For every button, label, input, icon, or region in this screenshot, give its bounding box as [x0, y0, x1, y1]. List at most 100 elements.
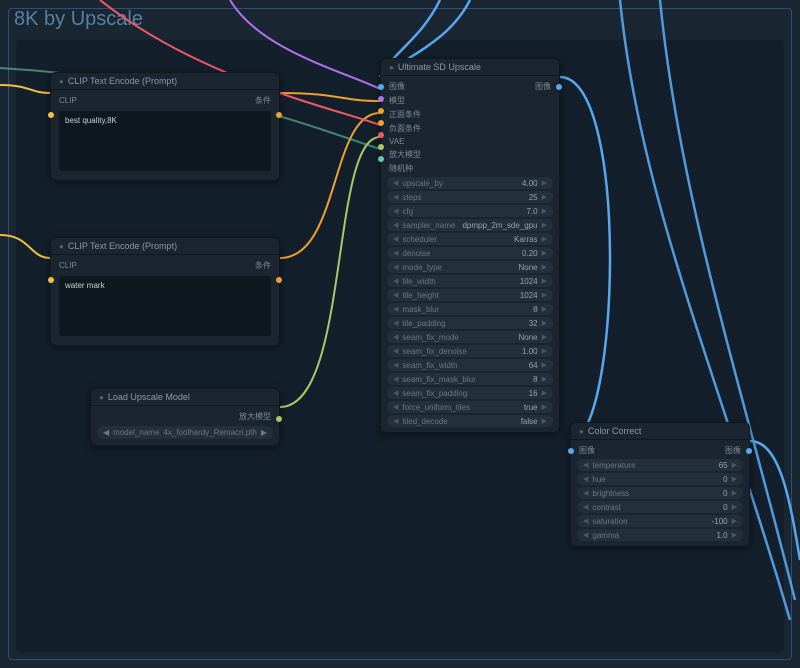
param-tiled_decode[interactable]: ◀ tiled_decode false ▶ [387, 415, 553, 427]
chevron-left-icon[interactable]: ◀ [393, 249, 398, 257]
chevron-right-icon[interactable]: ▶ [542, 263, 547, 271]
chevron-left-icon[interactable]: ◀ [393, 291, 398, 299]
chevron-left-icon[interactable]: ◀ [393, 347, 398, 355]
node-header[interactable]: ● CLIP Text Encode (Prompt) [51, 73, 279, 90]
input-port[interactable]: 随机种 [389, 163, 413, 174]
chevron-right-icon[interactable]: ▶ [542, 305, 547, 313]
param-seam_fix_mode[interactable]: ◀ seam_fix_mode None ▶ [387, 331, 553, 343]
param-temperature[interactable]: ◀ temperature 65 ▶ [577, 459, 743, 471]
param-denoise[interactable]: ◀ denoise 0.20 ▶ [387, 247, 553, 259]
chevron-right-icon[interactable]: ▶ [542, 221, 547, 229]
chevron-right-icon[interactable]: ▶ [542, 333, 547, 341]
node-ultimate-sd-upscale[interactable]: ● Ultimate SD Upscale 图像图像 模型 正面条件 负面条件 … [380, 58, 560, 433]
port-dot[interactable] [568, 448, 574, 454]
param-tile_width[interactable]: ◀ tile_width 1024 ▶ [387, 275, 553, 287]
prompt-textarea[interactable]: water mark [59, 276, 271, 336]
param-seam_fix_padding[interactable]: ◀ seam_fix_padding 16 ▶ [387, 387, 553, 399]
node-header[interactable]: ● Load Upscale Model [91, 389, 279, 406]
param-hue[interactable]: ◀ hue 0 ▶ [577, 473, 743, 485]
collapse-icon[interactable]: ● [59, 242, 64, 251]
chevron-right-icon[interactable]: ▶ [542, 375, 547, 383]
port-dot[interactable] [378, 156, 384, 162]
chevron-right-icon[interactable]: ▶ [542, 291, 547, 299]
chevron-right-icon[interactable]: ▶ [542, 403, 547, 411]
chevron-left-icon[interactable]: ◀ [393, 235, 398, 243]
chevron-left-icon[interactable]: ◀ [393, 375, 398, 383]
chevron-right-icon[interactable]: ▶ [732, 517, 737, 525]
input-port[interactable]: VAE [389, 137, 404, 146]
node-color-correct[interactable]: ● Color Correct 图像 图像 ◀ temperature 65 ▶… [570, 422, 750, 547]
node-clip-text-encode-positive[interactable]: ● CLIP Text Encode (Prompt) CLIP 条件 best… [50, 72, 280, 181]
chevron-left-icon[interactable]: ◀ [393, 403, 398, 411]
chevron-left-icon[interactable]: ◀ [393, 221, 398, 229]
port-dot[interactable] [48, 277, 54, 283]
chevron-right-icon[interactable]: ▶ [542, 389, 547, 397]
param-seam_fix_width[interactable]: ◀ seam_fix_width 64 ▶ [387, 359, 553, 371]
param-seam_fix_denoise[interactable]: ◀ seam_fix_denoise 1.00 ▶ [387, 345, 553, 357]
output-port-cond[interactable]: 条件 [255, 260, 271, 271]
port-dot[interactable] [746, 448, 752, 454]
chevron-left-icon[interactable]: ◀ [393, 305, 398, 313]
collapse-icon[interactable]: ● [579, 427, 584, 436]
chevron-left-icon[interactable]: ◀ [393, 179, 398, 187]
output-port-image[interactable]: 图像 [725, 445, 741, 456]
input-port[interactable]: 放大模型 [389, 149, 421, 160]
chevron-left-icon[interactable]: ◀ [393, 319, 398, 327]
output-port-upscale-model[interactable]: 放大模型 [239, 411, 271, 422]
chevron-left-icon[interactable]: ◀ [393, 333, 398, 341]
chevron-left-icon[interactable]: ◀ [393, 417, 398, 425]
chevron-left-icon[interactable]: ◀ [393, 193, 398, 201]
param-seam_fix_mask_blur[interactable]: ◀ seam_fix_mask_blur 8 ▶ [387, 373, 553, 385]
chevron-left-icon[interactable]: ◀ [103, 428, 109, 437]
param-cfg[interactable]: ◀ cfg 7.0 ▶ [387, 205, 553, 217]
param-tile_height[interactable]: ◀ tile_height 1024 ▶ [387, 289, 553, 301]
chevron-left-icon[interactable]: ◀ [393, 207, 398, 215]
chevron-left-icon[interactable]: ◀ [583, 489, 588, 497]
chevron-right-icon[interactable]: ▶ [542, 207, 547, 215]
input-port-clip[interactable]: CLIP [59, 96, 77, 105]
port-dot[interactable] [378, 144, 384, 150]
prompt-textarea[interactable]: best quality,8K [59, 111, 271, 171]
chevron-left-icon[interactable]: ◀ [393, 389, 398, 397]
chevron-right-icon[interactable]: ▶ [732, 503, 737, 511]
param-steps[interactable]: ◀ steps 25 ▶ [387, 191, 553, 203]
input-port[interactable]: 模型 [389, 95, 405, 106]
chevron-left-icon[interactable]: ◀ [583, 517, 588, 525]
chevron-right-icon[interactable]: ▶ [542, 179, 547, 187]
port-dot[interactable] [276, 112, 282, 118]
chevron-right-icon[interactable]: ▶ [732, 489, 737, 497]
input-port[interactable]: 正面条件 [389, 109, 421, 120]
input-port[interactable]: 图像 [389, 81, 405, 92]
param-mode_type[interactable]: ◀ mode_type None ▶ [387, 261, 553, 273]
chevron-left-icon[interactable]: ◀ [583, 531, 588, 539]
chevron-right-icon[interactable]: ▶ [542, 417, 547, 425]
chevron-right-icon[interactable]: ▶ [542, 361, 547, 369]
input-port-image[interactable]: 图像 [579, 445, 595, 456]
chevron-right-icon[interactable]: ▶ [261, 428, 267, 437]
input-port-clip[interactable]: CLIP [59, 261, 77, 270]
param-brightness[interactable]: ◀ brightness 0 ▶ [577, 487, 743, 499]
node-header[interactable]: ● Color Correct [571, 423, 749, 440]
port-dot[interactable] [276, 277, 282, 283]
port-dot[interactable] [48, 112, 54, 118]
port-dot[interactable] [378, 120, 384, 126]
port-dot[interactable] [378, 96, 384, 102]
output-port-image[interactable]: 图像 [535, 81, 551, 92]
chevron-left-icon[interactable]: ◀ [583, 475, 588, 483]
input-port[interactable]: 负面条件 [389, 123, 421, 134]
param-mask_blur[interactable]: ◀ mask_blur 8 ▶ [387, 303, 553, 315]
node-load-upscale-model[interactable]: ● Load Upscale Model 放大模型 ◀ model_name 4… [90, 388, 280, 446]
chevron-right-icon[interactable]: ▶ [542, 249, 547, 257]
chevron-left-icon[interactable]: ◀ [583, 503, 588, 511]
chevron-left-icon[interactable]: ◀ [583, 461, 588, 469]
collapse-icon[interactable]: ● [389, 63, 394, 72]
node-header[interactable]: ● Ultimate SD Upscale [381, 59, 559, 76]
port-dot[interactable] [378, 108, 384, 114]
node-clip-text-encode-negative[interactable]: ● CLIP Text Encode (Prompt) CLIP 条件 wate… [50, 237, 280, 346]
node-header[interactable]: ● CLIP Text Encode (Prompt) [51, 238, 279, 255]
chevron-left-icon[interactable]: ◀ [393, 361, 398, 369]
output-port-cond[interactable]: 条件 [255, 95, 271, 106]
port-dot[interactable] [378, 132, 384, 138]
chevron-right-icon[interactable]: ▶ [732, 531, 737, 539]
chevron-right-icon[interactable]: ▶ [542, 235, 547, 243]
